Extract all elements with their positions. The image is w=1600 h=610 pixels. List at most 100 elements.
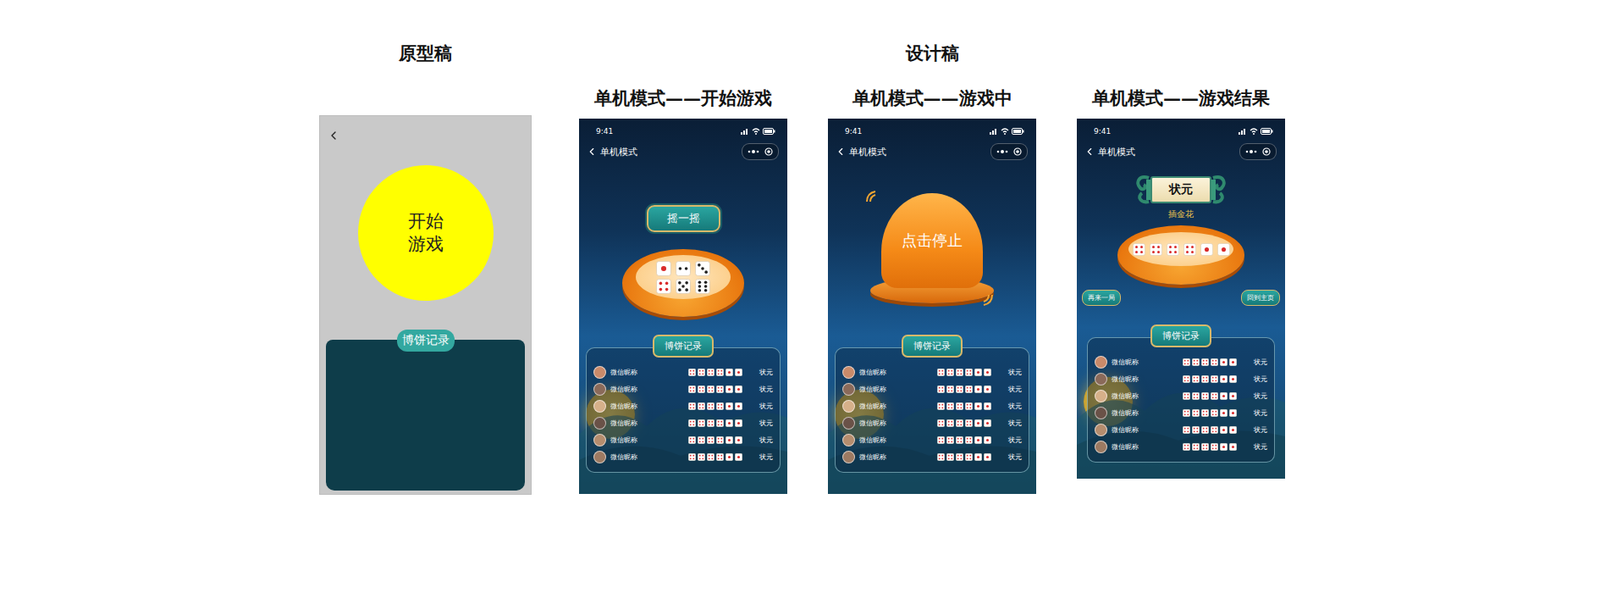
back-icon[interactable] <box>834 145 847 158</box>
dice-icon <box>1219 408 1228 417</box>
more-icon[interactable] <box>1245 148 1258 155</box>
close-icon[interactable] <box>1262 147 1271 156</box>
dice-icon <box>695 260 711 276</box>
dice-icon <box>946 385 955 393</box>
dice-icon <box>688 435 696 444</box>
screen-column: 单机模式——游戏结果9:41单机模式状元插金花再来一局回到主页博饼记录微信昵称状… <box>1076 88 1286 479</box>
record-panel: 微信昵称状元微信昵称状元微信昵称状元微信昵称状元微信昵称状元微信昵称状元 <box>1086 336 1275 463</box>
record-title: 博饼记录 <box>397 329 455 352</box>
dice-icon <box>1210 358 1219 366</box>
dice-icon <box>955 402 964 410</box>
record-dice <box>688 368 743 376</box>
close-icon[interactable] <box>764 147 773 156</box>
avatar <box>842 450 856 464</box>
avatar <box>593 365 607 379</box>
dice-icon <box>1191 408 1200 417</box>
nav-back[interactable]: 单机模式 <box>585 145 638 159</box>
record-row: 微信昵称状元 <box>1094 403 1268 421</box>
record-dice <box>1182 375 1237 383</box>
record-dice <box>1182 408 1237 417</box>
dice-icon <box>1219 391 1228 400</box>
dice-icon <box>716 419 724 427</box>
avatar <box>1094 440 1108 453</box>
nav-back[interactable]: 单机模式 <box>834 145 887 159</box>
dice-icon <box>955 368 964 376</box>
dice-icon <box>955 419 964 427</box>
record-row: 微信昵称状元 <box>1094 420 1268 438</box>
dice-icon <box>675 260 691 276</box>
dice-icon <box>697 368 706 376</box>
record-result: 状元 <box>996 418 1022 428</box>
record-result: 状元 <box>747 435 773 445</box>
record-row: 微信昵称状元 <box>593 380 773 398</box>
dice-icon <box>1229 391 1237 400</box>
record-name: 微信昵称 <box>859 384 933 394</box>
close-icon[interactable] <box>1013 147 1022 156</box>
record-row: 微信昵称状元 <box>842 397 1022 414</box>
record-panel <box>325 339 525 491</box>
dice-icon <box>1229 375 1237 383</box>
scroll-end-icon <box>1211 174 1227 205</box>
phone-screen: 9:41单机模式点击停止博饼记录微信昵称状元微信昵称状元微信昵称状元微信昵称状元… <box>827 118 1037 494</box>
action-button[interactable]: 再来一局 <box>1081 289 1121 306</box>
action-button[interactable]: 回到主页 <box>1241 289 1280 306</box>
dice-icon <box>974 452 983 461</box>
stage: 状元插金花再来一局回到主页 <box>1076 162 1286 325</box>
record-name: 微信昵称 <box>610 452 684 462</box>
phone-screen: 9:41单机模式摇一摇博饼记录微信昵称状元微信昵称状元微信昵称状元微信昵称状元微… <box>579 118 788 494</box>
record-dice <box>688 419 743 427</box>
screen-column: 单机模式——开始游戏9:41单机模式摇一摇博饼记录微信昵称状元微信昵称状元微信昵… <box>579 88 788 494</box>
record-row: 微信昵称状元 <box>593 413 773 431</box>
mini-program-capsule[interactable] <box>1239 143 1277 160</box>
dice-icon <box>1217 242 1231 256</box>
record-dice <box>688 435 743 444</box>
screen-content: 9:41单机模式摇一摇博饼记录微信昵称状元微信昵称状元微信昵称状元微信昵称状元微… <box>579 118 788 494</box>
dice-icon <box>1166 242 1180 256</box>
dice-icon <box>1210 375 1219 383</box>
dice-bowl <box>1117 225 1245 285</box>
record-dice <box>937 402 992 410</box>
status-bar: 9:41 <box>827 118 1037 138</box>
signal-icon <box>740 127 750 135</box>
mini-program-capsule[interactable] <box>741 143 779 160</box>
dice-icon <box>716 402 724 410</box>
record-title: 博饼记录 <box>652 334 714 358</box>
back-icon[interactable] <box>1083 145 1096 158</box>
dice-icon <box>725 419 734 427</box>
rank-title: 状元 <box>1150 176 1212 204</box>
record-dice <box>937 419 992 427</box>
record-name: 微信昵称 <box>1111 424 1178 435</box>
avatar <box>593 416 607 430</box>
shake-wave-icon <box>980 292 994 307</box>
back-icon[interactable] <box>585 145 598 158</box>
record-result: 状元 <box>1241 408 1268 418</box>
more-icon[interactable] <box>747 148 760 155</box>
record-result: 状元 <box>996 401 1022 411</box>
shake-button[interactable]: 摇一摇 <box>646 204 721 232</box>
record-panel: 微信昵称状元微信昵称状元微信昵称状元微信昵称状元微信昵称状元微信昵称状元 <box>834 347 1030 473</box>
record-result: 状元 <box>1241 441 1268 452</box>
dice-icon <box>1200 242 1214 256</box>
back-icon[interactable] <box>326 128 341 143</box>
dice-cup[interactable]: 点击停止 <box>870 193 994 304</box>
nav-back[interactable]: 单机模式 <box>1083 145 1136 159</box>
record-name: 微信昵称 <box>1111 357 1178 367</box>
start-button[interactable]: 开始游戏 <box>358 165 494 301</box>
stop-button[interactable]: 点击停止 <box>881 193 983 288</box>
nav-bar: 单机模式 <box>827 140 1037 163</box>
dice-icon <box>937 402 945 410</box>
dice-icon <box>937 452 945 461</box>
avatar <box>1094 372 1108 386</box>
dice-icon <box>1219 375 1228 383</box>
record-name: 微信昵称 <box>859 452 933 462</box>
record-row: 微信昵称状元 <box>842 413 1022 431</box>
record-row: 微信昵称状元 <box>593 447 773 465</box>
more-icon[interactable] <box>996 148 1009 155</box>
screen-column: 单机模式——游戏中9:41单机模式点击停止博饼记录微信昵称状元微信昵称状元微信昵… <box>827 88 1037 494</box>
rank-scroll: 状元 <box>1135 174 1227 205</box>
record-name: 微信昵称 <box>859 435 933 445</box>
mini-program-capsule[interactable] <box>990 143 1028 160</box>
dice-icon <box>983 419 992 427</box>
dice-icon <box>1229 358 1237 366</box>
dice-icon <box>937 435 945 444</box>
